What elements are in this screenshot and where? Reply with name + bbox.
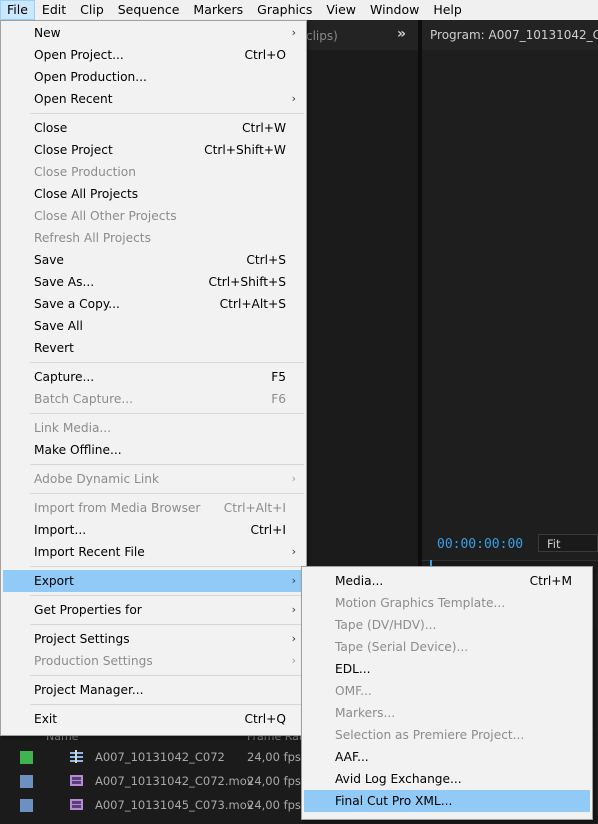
submenu-arrow-icon: › (291, 603, 296, 616)
label-color-swatch[interactable] (20, 775, 33, 788)
menu-separator (30, 566, 304, 567)
menu-item-close-all-other-projects[interactable]: Close All Other Projects (3, 205, 304, 227)
export-item-media[interactable]: Media... Ctrl+M (304, 570, 590, 592)
export-item-markers[interactable]: Markers... (304, 702, 590, 724)
menu-separator (30, 464, 304, 465)
panel-overflow-icon[interactable]: » (397, 26, 406, 42)
submenu-arrow-icon: › (291, 472, 296, 485)
panel-tab-fragment[interactable]: clips) (306, 29, 338, 43)
menu-item-link-media[interactable]: Link Media... (3, 417, 304, 439)
clip-frame-rate: 24,00 fps (247, 750, 301, 764)
export-submenu: Media... Ctrl+M Motion Graphics Template.… (301, 566, 593, 820)
clip-name: A007_10131042_C072.mov (95, 774, 254, 788)
menu-file[interactable]: File (0, 0, 35, 20)
program-timecode[interactable]: 00:00:00:00 (437, 537, 523, 552)
menu-view[interactable]: View (319, 0, 363, 20)
menu-item-save-a-copy[interactable]: Save a Copy... Ctrl+Alt+S (3, 293, 304, 315)
menu-item-open-project[interactable]: Open Project... Ctrl+O (3, 44, 304, 66)
clip-frame-rate: 24,00 fps (247, 798, 301, 812)
sequence-icon (70, 750, 83, 763)
video-clip-icon (70, 775, 83, 786)
menu-item-new[interactable]: New › (3, 22, 304, 44)
menu-item-exit[interactable]: Exit Ctrl+Q (3, 708, 304, 730)
menu-item-open-recent[interactable]: Open Recent › (3, 88, 304, 110)
export-item-final-cut-pro-xml[interactable]: Final Cut Pro XML... (304, 790, 590, 812)
menu-item-capture[interactable]: Capture... F5 (3, 366, 304, 388)
menu-item-open-production[interactable]: Open Production... (3, 66, 304, 88)
menu-graphics[interactable]: Graphics (250, 0, 319, 20)
export-item-tape-dv-hdv[interactable]: Tape (DV/HDV)... (304, 614, 590, 636)
menu-sequence[interactable]: Sequence (111, 0, 187, 20)
clip-frame-rate: 24,00 fps (247, 774, 301, 788)
menu-item-make-offline[interactable]: Make Offline... (3, 439, 304, 461)
export-item-avid-log-exchange[interactable]: Avid Log Exchange... (304, 768, 590, 790)
submenu-arrow-icon: › (291, 26, 296, 39)
menu-separator (30, 362, 304, 363)
menu-item-close-project[interactable]: Close Project Ctrl+Shift+W (3, 139, 304, 161)
menu-separator (30, 595, 304, 596)
menu-item-import[interactable]: Import... Ctrl+I (3, 519, 304, 541)
label-color-swatch[interactable] (20, 799, 33, 812)
label-color-swatch[interactable] (20, 751, 33, 764)
export-item-motion-graphics-template[interactable]: Motion Graphics Template... (304, 592, 590, 614)
menu-window[interactable]: Window (363, 0, 426, 20)
submenu-arrow-icon: › (291, 654, 296, 667)
menu-item-close-all-projects[interactable]: Close All Projects (3, 183, 304, 205)
menu-edit[interactable]: Edit (35, 0, 73, 20)
export-item-edl[interactable]: EDL... (304, 658, 590, 680)
menu-markers[interactable]: Markers (186, 0, 250, 20)
clip-name: A007_10131042_C072 (95, 750, 225, 764)
menu-item-import-from-media-browser[interactable]: Import from Media Browser Ctrl+Alt+I (3, 497, 304, 519)
menu-item-project-manager[interactable]: Project Manager... (3, 679, 304, 701)
submenu-arrow-icon: › (291, 632, 296, 645)
menu-item-adobe-dynamic-link[interactable]: Adobe Dynamic Link › (3, 468, 304, 490)
menu-item-close-production[interactable]: Close Production (3, 161, 304, 183)
menubar: File Edit Clip Sequence Markers Graphics… (0, 0, 598, 21)
menu-clip[interactable]: Clip (73, 0, 111, 20)
export-item-aaf[interactable]: AAF... (304, 746, 590, 768)
menu-item-save[interactable]: Save Ctrl+S (3, 249, 304, 271)
menu-separator (30, 413, 304, 414)
zoom-fit-label: Fit (547, 537, 561, 551)
zoom-fit-select[interactable]: Fit (538, 534, 598, 552)
menu-item-refresh-all-projects[interactable]: Refresh All Projects (3, 227, 304, 249)
menu-item-revert[interactable]: Revert (3, 337, 304, 359)
submenu-arrow-icon: › (291, 545, 296, 558)
menu-item-close[interactable]: Close Ctrl+W (3, 117, 304, 139)
submenu-arrow-icon: › (291, 92, 296, 105)
program-monitor-title[interactable]: Program: A007_10131042_C072 (430, 28, 598, 42)
video-clip-icon (70, 799, 83, 810)
menu-item-save-as[interactable]: Save As... Ctrl+Shift+S (3, 271, 304, 293)
program-monitor: Program: A007_10131042_C072 00:00:00:00 … (422, 20, 598, 630)
export-item-tape-serial-device[interactable]: Tape (Serial Device)... (304, 636, 590, 658)
menu-item-batch-capture[interactable]: Batch Capture... F6 (3, 388, 304, 410)
menu-item-get-properties-for[interactable]: Get Properties for › (3, 599, 304, 621)
submenu-arrow-icon: › (291, 574, 296, 587)
menu-separator (30, 493, 304, 494)
menu-item-import-recent-file[interactable]: Import Recent File › (3, 541, 304, 563)
menu-help[interactable]: Help (426, 0, 469, 20)
menu-separator (30, 113, 304, 114)
menu-item-production-settings[interactable]: Production Settings › (3, 650, 304, 672)
export-item-omf[interactable]: OMF... (304, 680, 590, 702)
menu-separator (30, 675, 304, 676)
menu-separator (30, 704, 304, 705)
clip-name: A007_10131045_C073.mov (95, 798, 254, 812)
menu-item-export[interactable]: Export › (3, 570, 304, 592)
menu-separator (30, 624, 304, 625)
menu-item-save-all[interactable]: Save All (3, 315, 304, 337)
export-item-selection-as-premiere-project[interactable]: Selection as Premiere Project... (304, 724, 590, 746)
menu-item-project-settings[interactable]: Project Settings › (3, 628, 304, 650)
file-menu: New › Open Project... Ctrl+O Open Producti… (0, 20, 307, 736)
